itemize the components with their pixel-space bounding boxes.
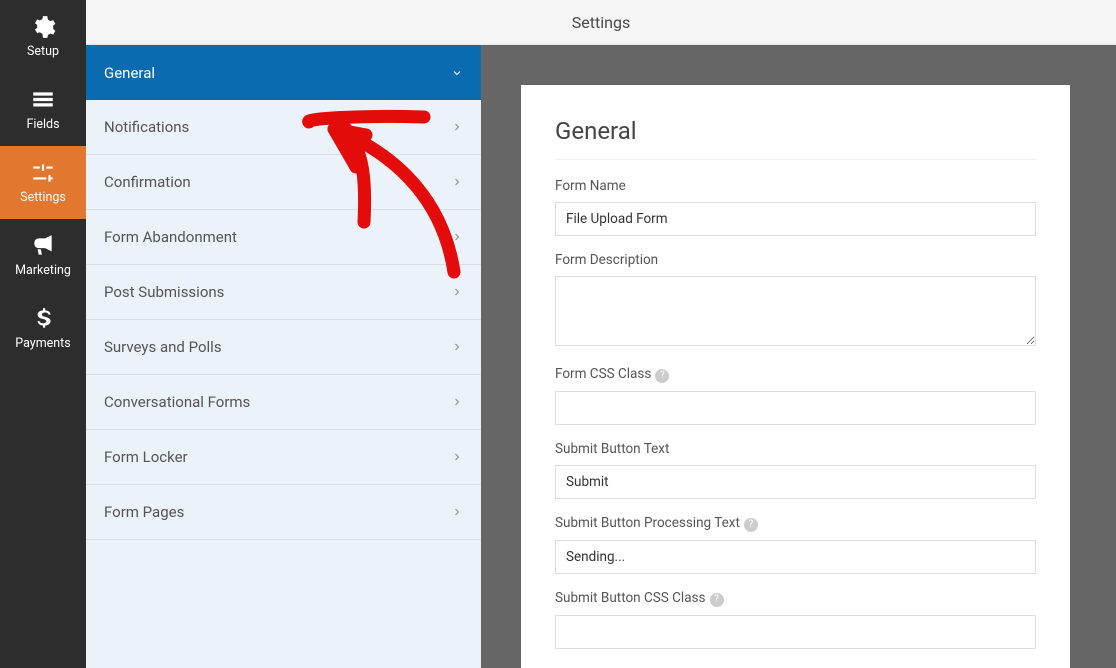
- panel-surveys-polls[interactable]: Surveys and Polls: [86, 320, 481, 375]
- section-divider: [555, 159, 1036, 160]
- panel-label: Surveys and Polls: [104, 338, 222, 356]
- submit-css-group: Submit Button CSS Class?: [555, 590, 1036, 649]
- chevron-down-icon: [451, 67, 463, 79]
- form-description-group: Form Description: [555, 252, 1036, 350]
- form-card: General Form Name Form Description Form …: [521, 85, 1070, 668]
- sliders-icon: [30, 160, 56, 186]
- panel-form-abandonment[interactable]: Form Abandonment: [86, 210, 481, 265]
- panel-conversational-forms[interactable]: Conversational Forms: [86, 375, 481, 430]
- dollar-icon: [30, 306, 56, 332]
- nav-payments[interactable]: Payments: [0, 292, 86, 365]
- form-description-input[interactable]: [555, 276, 1036, 346]
- panel-label: Notifications: [104, 118, 189, 136]
- panel-form-locker[interactable]: Form Locker: [86, 430, 481, 485]
- chevron-right-icon: [451, 341, 463, 353]
- chevron-right-icon: [451, 286, 463, 298]
- panel-confirmation[interactable]: Confirmation: [86, 155, 481, 210]
- help-icon[interactable]: ?: [710, 593, 724, 607]
- panel-label: General: [104, 64, 155, 82]
- panel-label: Conversational Forms: [104, 393, 250, 411]
- panel-label: Form Locker: [104, 448, 188, 466]
- panel-label: Form Abandonment: [104, 228, 237, 246]
- panel-post-submissions[interactable]: Post Submissions: [86, 265, 481, 320]
- nav-setup[interactable]: Setup: [0, 0, 86, 73]
- submit-processing-input[interactable]: [555, 540, 1036, 574]
- bullhorn-icon: [30, 233, 56, 259]
- form-name-input[interactable]: [555, 202, 1036, 236]
- help-icon[interactable]: ?: [744, 518, 758, 532]
- main-area: Settings General Notifications Confirmat…: [86, 0, 1116, 668]
- nav-fields[interactable]: Fields: [0, 73, 86, 146]
- form-description-label: Form Description: [555, 252, 1036, 268]
- chevron-right-icon: [451, 396, 463, 408]
- panel-label: Form Pages: [104, 503, 184, 521]
- form-name-label: Form Name: [555, 178, 1036, 194]
- form-name-group: Form Name: [555, 178, 1036, 236]
- left-sidebar: Setup Fields Settings Marketing Payments: [0, 0, 86, 668]
- list-icon: [30, 87, 56, 113]
- nav-label: Marketing: [15, 263, 71, 278]
- panel-form-pages[interactable]: Form Pages: [86, 485, 481, 540]
- form-area: General Form Name Form Description Form …: [481, 45, 1116, 668]
- nav-settings[interactable]: Settings: [0, 146, 86, 219]
- submit-text-input[interactable]: [555, 465, 1036, 499]
- panel-general[interactable]: General: [86, 45, 481, 100]
- settings-panel: General Notifications Confirmation Form …: [86, 45, 481, 668]
- content-row: General Notifications Confirmation Form …: [86, 45, 1116, 668]
- chevron-right-icon: [451, 451, 463, 463]
- panel-label: Post Submissions: [104, 283, 224, 301]
- nav-label: Payments: [15, 336, 70, 351]
- chevron-right-icon: [451, 121, 463, 133]
- submit-text-label: Submit Button Text: [555, 441, 1036, 457]
- submit-processing-label: Submit Button Processing Text?: [555, 515, 1036, 532]
- nav-label: Setup: [27, 44, 59, 59]
- submit-processing-group: Submit Button Processing Text?: [555, 515, 1036, 574]
- submit-css-input[interactable]: [555, 615, 1036, 649]
- form-css-group: Form CSS Class?: [555, 366, 1036, 425]
- panel-label: Confirmation: [104, 173, 191, 191]
- chevron-right-icon: [451, 231, 463, 243]
- form-css-input[interactable]: [555, 391, 1036, 425]
- gear-icon: [30, 14, 56, 40]
- panel-notifications[interactable]: Notifications: [86, 100, 481, 155]
- form-section-title: General: [555, 117, 1036, 145]
- top-bar: Settings: [86, 0, 1116, 45]
- submit-text-group: Submit Button Text: [555, 441, 1036, 499]
- nav-marketing[interactable]: Marketing: [0, 219, 86, 292]
- form-css-label: Form CSS Class?: [555, 366, 1036, 383]
- help-icon[interactable]: ?: [655, 369, 669, 383]
- submit-css-label: Submit Button CSS Class?: [555, 590, 1036, 607]
- page-title: Settings: [572, 13, 630, 32]
- chevron-right-icon: [451, 176, 463, 188]
- chevron-right-icon: [451, 506, 463, 518]
- nav-label: Settings: [20, 190, 66, 205]
- nav-label: Fields: [26, 117, 59, 132]
